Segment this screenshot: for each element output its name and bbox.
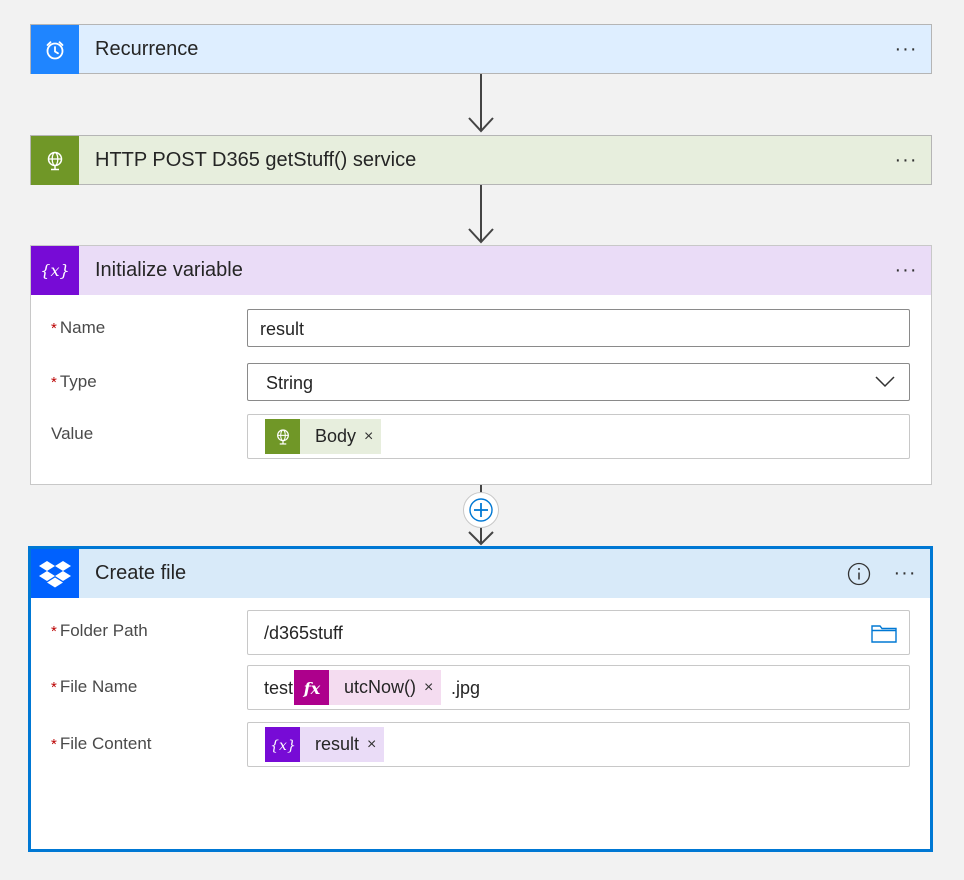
svg-text:{x}: {x}: [40, 261, 69, 280]
result-variable-token[interactable]: {x} result ×: [265, 727, 385, 762]
file-name-input[interactable]: test fx utcNow() × .jpg: [247, 665, 910, 710]
recurrence-step[interactable]: Recurrence ···: [30, 24, 932, 74]
folder-path-label: * Folder Path: [51, 621, 148, 641]
required-mark: *: [51, 623, 57, 640]
value-input[interactable]: Body ×: [247, 414, 910, 459]
remove-token-button[interactable]: ×: [424, 679, 441, 697]
type-dropdown[interactable]: String: [247, 363, 910, 401]
type-selected-value: String: [266, 373, 314, 393]
type-field-label: * Type: [51, 372, 97, 392]
file-name-label: * File Name: [51, 677, 137, 697]
more-options-button[interactable]: ···: [881, 259, 931, 282]
folder-path-value: /d365stuff: [264, 623, 343, 643]
info-icon[interactable]: [846, 561, 872, 587]
token-label: result: [315, 734, 360, 754]
token-label: utcNow(): [344, 677, 417, 697]
token-label: Body: [315, 426, 357, 446]
alarm-clock-icon: [31, 25, 79, 74]
name-field-label: * Name: [51, 318, 105, 338]
file-name-prefix: test: [264, 678, 294, 698]
folder-icon[interactable]: [871, 623, 897, 643]
variable-icon: {x}: [265, 727, 300, 762]
step-title: Initialize variable: [95, 259, 243, 281]
value-field-label: Value: [51, 424, 93, 444]
folder-path-input[interactable]: /d365stuff: [247, 610, 910, 655]
globe-icon: [265, 419, 300, 454]
label-text: Name: [59, 318, 106, 337]
label-text: File Content: [59, 734, 152, 753]
file-name-suffix: .jpg: [451, 678, 481, 698]
http-step[interactable]: HTTP POST D365 getStuff() service ···: [30, 135, 932, 185]
file-content-input[interactable]: {x} result ×: [247, 722, 910, 767]
svg-text:fx: fx: [302, 679, 320, 698]
file-content-label: * File Content: [51, 734, 152, 754]
name-input-value: result: [260, 319, 305, 339]
required-mark: *: [51, 736, 57, 753]
required-mark: *: [51, 374, 57, 391]
variable-icon: {x}: [31, 246, 79, 295]
label-text: Type: [59, 372, 97, 391]
required-mark: *: [51, 679, 57, 696]
required-mark: *: [51, 320, 57, 337]
chevron-down-icon: [875, 376, 895, 388]
step-title: Recurrence: [95, 38, 199, 60]
plus-icon: [469, 498, 493, 522]
more-options-button[interactable]: ···: [881, 38, 931, 61]
label-text: File Name: [59, 677, 138, 696]
utcnow-expression-token[interactable]: fx utcNow() ×: [294, 670, 442, 705]
svg-text:{x}: {x}: [270, 738, 296, 754]
more-options-button[interactable]: ···: [880, 562, 930, 585]
step-title: HTTP POST D365 getStuff() service: [95, 149, 417, 171]
label-text: Value: [51, 424, 94, 443]
arrow-connector: [468, 185, 494, 244]
initialize-variable-step[interactable]: {x} Initialize variable ··· * Name result…: [30, 245, 932, 485]
arrow-connector: [468, 74, 494, 133]
create-file-step[interactable]: Create file ··· * Folder Path /d365stuff …: [28, 546, 933, 852]
step-title: Create file: [95, 562, 187, 584]
label-text: Folder Path: [59, 621, 148, 640]
remove-token-button[interactable]: ×: [367, 736, 384, 754]
body-token[interactable]: Body ×: [265, 419, 382, 454]
function-icon: fx: [294, 670, 329, 705]
add-step-button[interactable]: [463, 492, 499, 528]
globe-icon: [31, 136, 79, 185]
dropbox-icon: [31, 549, 79, 598]
more-options-button[interactable]: ···: [881, 149, 931, 172]
remove-token-button[interactable]: ×: [364, 428, 381, 446]
name-input[interactable]: result: [247, 309, 910, 347]
